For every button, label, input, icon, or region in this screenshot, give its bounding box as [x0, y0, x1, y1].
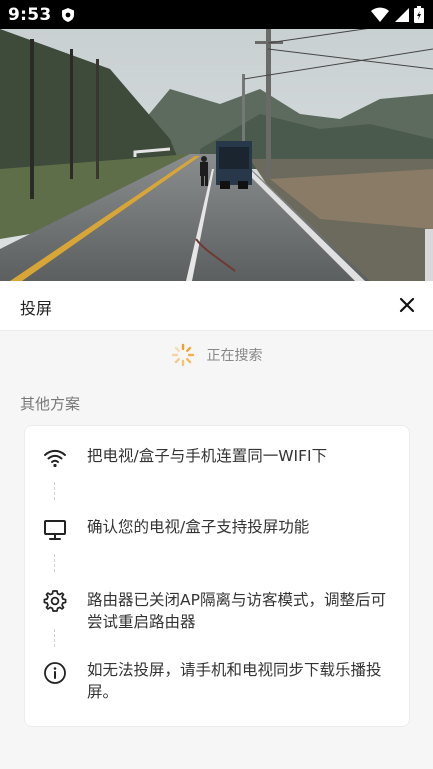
gear-icon: [43, 590, 67, 612]
tip-text-download: 如无法投屏，请手机和电视同步下载乐播投屏。: [87, 661, 382, 701]
tip-connector: [54, 482, 55, 500]
status-bar: 9:53: [0, 0, 433, 29]
tips-card: 把电视/盒子与手机连置同一WIFI下 确认您的电视/盒子支持投屏功能 路由器已关…: [24, 425, 410, 727]
cast-sheet: 投屏 正在搜索 其他方案 把电视/盒子与手机连置同一WIFI下 确认您的电视/盒…: [0, 281, 433, 769]
status-time: 9:53: [8, 4, 52, 25]
app-shield-icon: [62, 7, 75, 22]
sheet-title: 投屏: [20, 299, 53, 318]
wifi-icon: [44, 449, 66, 468]
other-solutions-title: 其他方案: [20, 395, 81, 413]
info-icon: [44, 662, 66, 684]
cell-signal-icon: [395, 7, 409, 22]
tip-text-router: 路由器已关闭AP隔离与访客模式，调整后可 尝试重启路由器: [87, 589, 387, 633]
sheet-header: 投屏: [0, 281, 433, 331]
tip-connector: [54, 554, 55, 572]
tip-connector: [54, 629, 55, 647]
wifi-signal-icon: [371, 7, 389, 22]
battery-icon: [414, 6, 424, 23]
tip-text-cast-support: 确认您的电视/盒子支持投屏功能: [87, 518, 310, 536]
searching-indicator: 正在搜索: [0, 343, 433, 367]
video-player[interactable]: [0, 29, 433, 281]
monitor-icon: [44, 520, 66, 540]
close-icon[interactable]: [395, 293, 419, 317]
loading-spinner-icon: [171, 343, 194, 367]
searching-text: 正在搜索: [206, 348, 263, 364]
tip-text-router-line2: 尝试重启路由器: [87, 613, 196, 631]
status-icons: [370, 6, 424, 23]
video-frame-image: [0, 29, 433, 281]
tip-text-wifi: 把电视/盒子与手机连置同一WIFI下: [87, 447, 328, 465]
tip-text-router-line1: 路由器已关闭AP隔离与访客模式，调整后可: [87, 591, 386, 609]
